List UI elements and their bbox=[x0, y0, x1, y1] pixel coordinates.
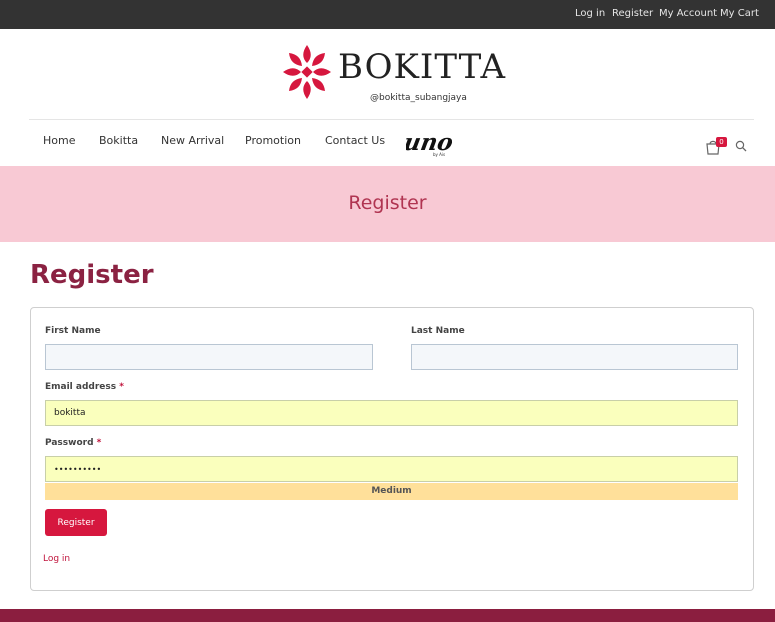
brand-name: BOKITTA bbox=[338, 47, 507, 87]
last-name-label: Last Name bbox=[411, 326, 465, 336]
email-field[interactable] bbox=[45, 400, 738, 426]
password-required-mark: * bbox=[96, 438, 102, 448]
footer-bar bbox=[0, 609, 775, 622]
site-logo[interactable]: BOKITTA @bokitta_subangjaya bbox=[281, 43, 507, 105]
topbar-my-account-link[interactable]: My Account bbox=[659, 8, 717, 19]
password-field[interactable] bbox=[45, 456, 738, 482]
uno-logo-text: uno bbox=[406, 129, 455, 156]
password-label-text: Password bbox=[45, 438, 94, 448]
topbar-my-cart-link[interactable]: My Cart bbox=[720, 8, 759, 19]
nav-item-promotion[interactable]: Promotion bbox=[245, 134, 301, 147]
first-name-label: First Name bbox=[45, 326, 101, 336]
email-required-mark: * bbox=[119, 382, 124, 392]
uno-logo-sub: by Ais bbox=[433, 152, 445, 157]
email-label: Email address * bbox=[45, 382, 124, 392]
nav-item-new-arrival[interactable]: New Arrival bbox=[161, 134, 224, 147]
flower-logo-icon bbox=[283, 45, 331, 99]
email-label-text: Email address bbox=[45, 382, 117, 392]
register-button[interactable]: Register bbox=[45, 509, 107, 536]
topbar-login-link[interactable]: Log in bbox=[575, 8, 605, 19]
nav-item-bokitta[interactable]: Bokitta bbox=[99, 134, 138, 147]
nav-item-contact-us[interactable]: Contact Us bbox=[325, 134, 385, 147]
first-name-field[interactable] bbox=[45, 344, 373, 370]
password-strength-meter: Medium bbox=[45, 483, 738, 500]
banner-title: Register bbox=[348, 192, 427, 214]
nav-item-home[interactable]: Home bbox=[43, 134, 75, 147]
uno-logo[interactable]: uno by Ais bbox=[402, 126, 460, 158]
page-banner: Register bbox=[0, 166, 775, 242]
login-link[interactable]: Log in bbox=[43, 554, 70, 564]
password-label: Password * bbox=[45, 438, 101, 448]
search-icon[interactable] bbox=[735, 140, 747, 152]
nav-divider bbox=[29, 119, 754, 120]
page-title: Register bbox=[30, 260, 154, 290]
topbar-register-link[interactable]: Register bbox=[612, 8, 653, 19]
uno-logo-mark: uno by Ais bbox=[402, 129, 455, 157]
last-name-field[interactable] bbox=[411, 344, 738, 370]
brand-handle: @bokitta_subangjaya bbox=[370, 93, 467, 103]
cart-count-badge: 0 bbox=[716, 137, 727, 147]
top-bar: Log in Register My Account My Cart bbox=[0, 0, 775, 29]
